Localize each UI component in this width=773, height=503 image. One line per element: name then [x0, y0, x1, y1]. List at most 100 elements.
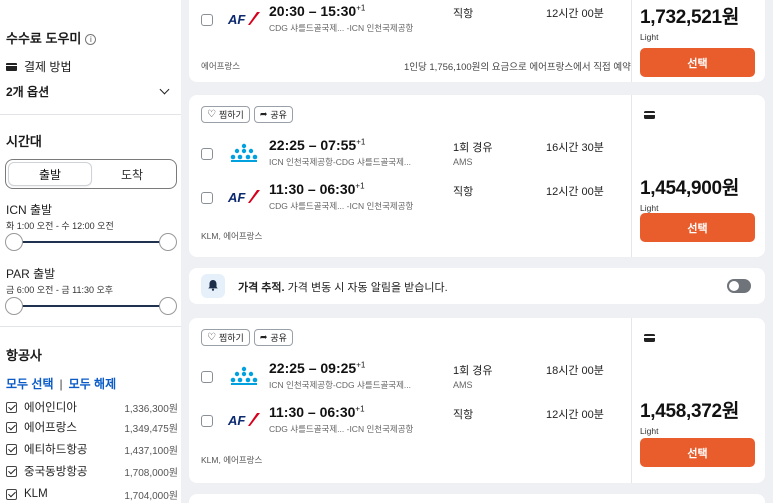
flight-leg: 22:25 – 09:25+1 ICN 인천국제공항-CDG 샤를드골국제...…	[201, 358, 626, 398]
airline-filter-item[interactable]: 에티하드항공 1,437,100원	[6, 441, 178, 457]
slider-track	[13, 305, 169, 307]
airline-filter-item[interactable]: 에어인디아 1,336,300원	[6, 399, 178, 415]
heart-icon: ♡	[207, 108, 216, 120]
icn-time-range: 화 1:00 오전 - 수 12:00 오전	[6, 221, 114, 231]
save-chip[interactable]: ♡ 찜하기	[201, 106, 250, 123]
select-all-link[interactable]: 모두 선택	[6, 377, 54, 391]
depart-arrive-toggle: 출발 도착	[5, 159, 177, 189]
checkbox-checked[interactable]	[6, 465, 17, 477]
layover-airport: AMS	[453, 157, 473, 167]
air-france-logo-icon: AF	[227, 190, 260, 205]
flight-stops: 직항	[453, 8, 474, 20]
airline-name: 에티하드항공	[24, 444, 88, 456]
icn-departure-label: ICN 출발	[6, 203, 53, 217]
air-france-logo-icon: AF	[227, 12, 260, 27]
flight-duration: 12시간 00분	[546, 409, 604, 421]
card-divider	[631, 95, 632, 257]
day-offset: +1	[356, 137, 366, 147]
share-chip[interactable]: ➦ 공유	[253, 106, 293, 123]
payment-options-select[interactable]: 2개 옵션	[6, 80, 174, 102]
airline-min-price: 1,704,000원	[124, 490, 178, 502]
price-alert-description: 가격 변동 시 자동 알림을 받습니다.	[284, 282, 448, 294]
par-time-slider	[5, 296, 177, 316]
chevron-down-icon	[159, 84, 170, 94]
price: 1,454,900원	[640, 178, 740, 199]
flight-route: ICN 인천국제공항-CDG 샤를드골국제...	[269, 157, 412, 167]
price-alert-title: 가격 추적.	[238, 282, 285, 294]
airline-filter-item[interactable]: 중국동방항공 1,708,000원	[6, 463, 178, 479]
baggage-icon	[644, 111, 655, 119]
airline-min-price: 1,349,475원	[124, 423, 178, 435]
card-divider	[631, 0, 632, 82]
slider-handle-max[interactable]	[159, 297, 177, 315]
toggle-arrive[interactable]: 도착	[91, 163, 173, 185]
klm-logo-icon	[230, 366, 258, 385]
flight-times: 22:25 – 09:25+1	[269, 360, 365, 376]
info-icon[interactable]: i	[85, 34, 97, 45]
select-button[interactable]: 선택	[640, 48, 755, 77]
operating-airlines: KLM, 에어프랑스	[201, 231, 263, 241]
select-button[interactable]: 선택	[640, 438, 755, 467]
checkbox-checked[interactable]	[6, 421, 17, 433]
save-chip[interactable]: ♡ 찜하기	[201, 329, 250, 346]
checkbox-checked[interactable]	[6, 443, 17, 455]
leg-checkbox[interactable]	[201, 148, 213, 160]
flight-times: 11:30 – 06:30+1	[269, 404, 365, 420]
times-text: 22:25 – 07:55	[269, 137, 357, 153]
operating-airlines: KLM, 에어프랑스	[201, 455, 263, 465]
flight-stops: 직항	[453, 409, 474, 421]
day-offset: +1	[356, 360, 366, 370]
card-divider	[631, 318, 632, 483]
slider-handle-min[interactable]	[5, 233, 23, 251]
flight-route: CDG 샤를드골국제... -ICN 인천국제공항	[269, 201, 414, 211]
airline-name: 에어프랑스	[24, 422, 77, 434]
airline-filter-item[interactable]: 에어프랑스 1,349,475원	[6, 419, 178, 435]
slider-handle-max[interactable]	[159, 233, 177, 251]
flight-route: CDG 샤를드골국제... -ICN 인천국제공항	[269, 23, 414, 33]
next-result-card	[189, 494, 765, 503]
flight-route: CDG 샤를드골국제... -ICN 인천국제공항	[269, 424, 414, 434]
flight-result-card: ♡ 찜하기 ➦ 공유 22:25 – 07:55+1 ICN 인천국제공항-CDG …	[189, 95, 765, 257]
direct-booking-note[interactable]: 1인당 1,756,100원의 요금으로 에어프랑스에서 직접 예약	[404, 59, 631, 73]
credit-card-icon	[6, 62, 17, 71]
share-chip[interactable]: ➦ 공유	[253, 329, 293, 346]
payment-method-row: 결제 방법	[6, 58, 72, 75]
time-heading: 시간대	[6, 134, 42, 149]
flight-duration: 12시간 00분	[546, 186, 604, 198]
fee-assistant-heading: 수수료 도우미 i	[6, 28, 97, 47]
flight-leg: AF 11:30 – 06:30+1 CDG 샤를드골국제... -ICN 인천…	[201, 402, 626, 442]
flight-result-card: AF 20:30 – 15:30+1 CDG 샤를드골국제... -ICN 인천…	[189, 0, 765, 82]
price: 1,458,372원	[640, 401, 740, 422]
airline-min-price: 1,437,100원	[124, 445, 178, 457]
air-france-logo-icon: AF	[227, 413, 260, 428]
par-departure-label: PAR 출발	[6, 267, 56, 281]
leg-checkbox[interactable]	[201, 14, 213, 26]
fare-class: Light	[640, 203, 659, 213]
airline-filter-item[interactable]: KLM 1,704,000원	[6, 486, 178, 502]
flight-times: 22:25 – 07:55+1	[269, 137, 365, 153]
leg-checkbox[interactable]	[201, 415, 213, 427]
price-alert-toggle[interactable]	[727, 279, 751, 293]
clear-all-link[interactable]: 모두 해제	[69, 377, 117, 391]
fare-class: Light	[640, 32, 659, 42]
slider-track	[13, 241, 169, 243]
flight-stops: 직항	[453, 186, 474, 198]
flight-leg: AF 11:30 – 06:30+1 CDG 샤를드골국제... -ICN 인천…	[201, 179, 626, 219]
checkbox-checked[interactable]	[6, 488, 17, 500]
save-label: 찜하기	[218, 333, 244, 343]
slider-handle-min[interactable]	[5, 297, 23, 315]
flight-route: ICN 인천국제공항-CDG 샤를드골국제...	[269, 380, 412, 390]
leg-checkbox[interactable]	[201, 371, 213, 383]
airline-name: KLM	[24, 488, 48, 500]
price: 1,732,521원	[640, 7, 740, 28]
divider	[0, 326, 181, 327]
card-actions: ♡ 찜하기 ➦ 공유	[201, 329, 293, 346]
flight-stops: 1회 경유	[453, 365, 493, 377]
checkbox-checked[interactable]	[6, 401, 17, 413]
price-panel: 1,458,372원 Light	[640, 396, 758, 436]
link-separator: |	[59, 377, 63, 391]
select-button[interactable]: 선택	[640, 213, 755, 242]
divider	[0, 114, 181, 115]
leg-checkbox[interactable]	[201, 192, 213, 204]
toggle-depart[interactable]: 출발	[9, 163, 91, 185]
